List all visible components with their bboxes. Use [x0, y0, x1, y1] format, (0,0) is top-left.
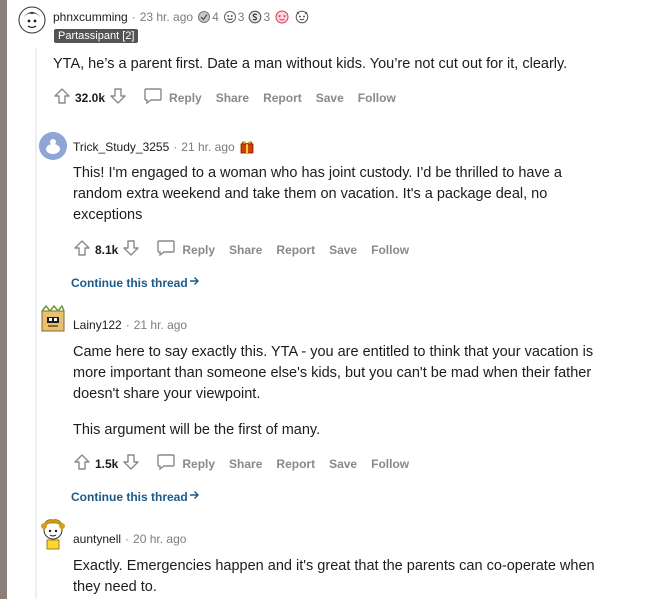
reply-label: Reply: [169, 90, 202, 105]
face-award-icon[interactable]: [294, 9, 310, 24]
separator-dot: ·: [125, 318, 130, 332]
comment-body: YTA, he’s a parent first. Date a man wit…: [53, 54, 623, 75]
comment-paragraph: This argument will be the first of many.: [73, 422, 321, 438]
vote-controls: 32.0k: [53, 87, 127, 108]
reply-label: Reply: [182, 456, 216, 471]
award-count: 4: [212, 9, 219, 24]
upvote-icon[interactable]: [73, 239, 91, 260]
comment-meta: auntynell · 20 hr. ago: [73, 532, 186, 546]
follow-button[interactable]: Follow: [358, 91, 396, 105]
reply-button[interactable]: Reply: [156, 239, 215, 260]
report-button[interactable]: Report: [263, 91, 302, 105]
avatar-drawing: [18, 6, 46, 34]
timestamp[interactable]: 23 hr. ago: [140, 10, 193, 24]
helpful-award-icon[interactable]: 4: [197, 10, 219, 24]
save-button[interactable]: Save: [329, 243, 357, 257]
timestamp[interactable]: 21 hr. ago: [134, 318, 187, 332]
comment-actions: 32.0k Reply Share Report Save Follow: [53, 87, 396, 108]
vote-score: 1.5k: [95, 456, 119, 471]
save-button[interactable]: Save: [329, 457, 357, 471]
comment-paragraph: Exactly. Emergencies happen and it's gre…: [73, 558, 595, 595]
award-count: 3: [263, 9, 271, 24]
comment-paragraph: Came here to say exactly this. YTA - you…: [73, 344, 594, 402]
user-flair: Partassipant [2]: [54, 29, 139, 43]
arrow-right-icon: [188, 275, 200, 290]
follow-button[interactable]: Follow: [371, 243, 409, 257]
reply-button[interactable]: Reply: [143, 87, 202, 108]
vote-score: 8.1k: [95, 242, 119, 257]
avatar[interactable]: [37, 516, 69, 550]
separator-dot: ·: [131, 9, 136, 24]
avatar-drawing: [39, 132, 67, 160]
upvote-icon[interactable]: [53, 87, 71, 108]
wholesome-award-icon[interactable]: 3: [223, 9, 245, 24]
author-name[interactable]: Lainy122: [73, 318, 122, 332]
downvote-icon[interactable]: [122, 239, 140, 260]
comment-meta: Lainy122 · 21 hr. ago: [73, 318, 187, 332]
gift-award-icon[interactable]: [239, 139, 255, 154]
vote-controls: 8.1k: [73, 239, 140, 260]
comment-meta: phnxcumming · 23 hr. ago 4 3 3: [53, 9, 310, 24]
avatar-drawing: [41, 305, 65, 332]
save-button[interactable]: Save: [316, 91, 344, 105]
timestamp[interactable]: 21 hr. ago: [181, 140, 234, 154]
timestamp[interactable]: 20 hr. ago: [133, 532, 186, 546]
avatar-drawing: [41, 519, 65, 550]
upvote-icon[interactable]: [73, 453, 91, 474]
continue-thread-label: Continue this thread: [71, 489, 188, 504]
author-name[interactable]: auntynell: [73, 532, 121, 546]
comment-body: Came here to say exactly this. YTA - you…: [73, 342, 598, 441]
comment-actions: 1.5k Reply Share Report Save Follow: [73, 453, 409, 474]
downvote-icon[interactable]: [109, 87, 127, 108]
share-button[interactable]: Share: [216, 91, 249, 105]
author-name[interactable]: phnxcumming: [53, 10, 128, 24]
follow-button[interactable]: Follow: [371, 457, 409, 471]
comment-body: This! I'm engaged to a woman who has joi…: [73, 163, 593, 226]
comment-paragraph: YTA, he’s a parent first. Date a man wit…: [53, 56, 568, 72]
comment-paragraph: This! I'm engaged to a woman who has joi…: [73, 165, 562, 223]
left-border: [0, 0, 7, 599]
author-name[interactable]: Trick_Study_3255: [73, 140, 169, 154]
downvote-icon[interactable]: [122, 453, 140, 474]
comment-bubble-icon: [156, 239, 176, 260]
continue-thread-link[interactable]: Continue this thread: [71, 489, 200, 504]
comment-body: Exactly. Emergencies happen and it's gre…: [73, 556, 598, 598]
avatar[interactable]: [39, 132, 67, 160]
avatar[interactable]: [38, 305, 66, 333]
report-button[interactable]: Report: [276, 243, 315, 257]
separator-dot: ·: [125, 532, 130, 546]
share-button[interactable]: Share: [229, 457, 262, 471]
award-count: 3: [237, 9, 245, 24]
share-button[interactable]: Share: [229, 243, 262, 257]
comment-bubble-icon: [143, 87, 163, 108]
silver-award-icon[interactable]: 3: [248, 10, 270, 24]
arrow-right-icon: [188, 489, 200, 504]
continue-thread-link[interactable]: Continue this thread: [71, 275, 200, 290]
reply-button[interactable]: Reply: [156, 453, 215, 474]
vote-score: 32.0k: [75, 90, 106, 105]
comment-bubble-icon: [156, 453, 176, 474]
heart-eyes-award-icon[interactable]: [274, 10, 290, 24]
separator-dot: ·: [173, 139, 178, 154]
avatar[interactable]: [18, 6, 46, 34]
continue-thread-label: Continue this thread: [71, 275, 188, 290]
vote-controls: 1.5k: [73, 453, 140, 474]
report-button[interactable]: Report: [276, 457, 315, 471]
comment-actions: 8.1k Reply Share Report Save Follow: [73, 239, 409, 260]
reply-label: Reply: [182, 242, 216, 257]
comment-meta: Trick_Study_3255 · 21 hr. ago: [73, 139, 255, 154]
